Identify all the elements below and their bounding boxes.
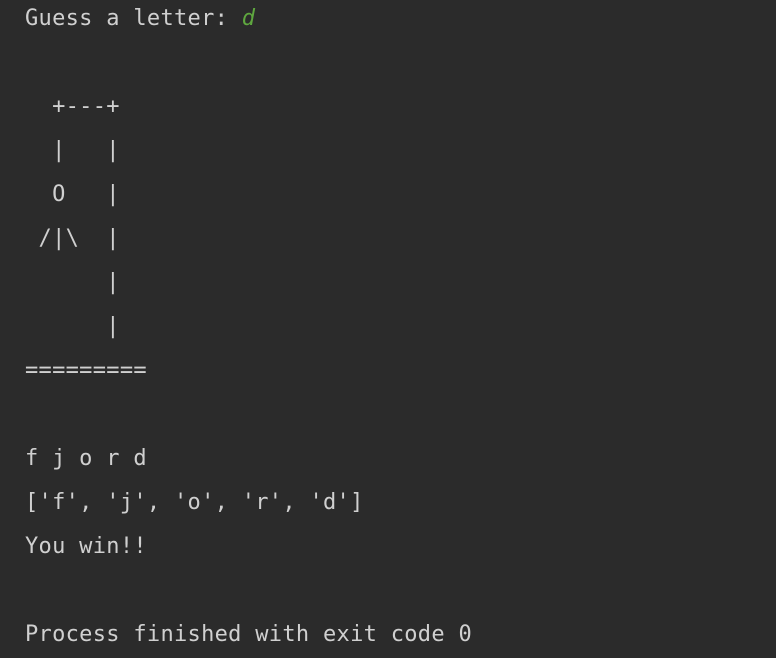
user-input: d: [241, 6, 256, 31]
run-console-output: Guess a letter: d +---+ | | O | /|\ | | …: [0, 0, 776, 658]
process-exit-message: Process finished with exit code 0: [25, 622, 472, 647]
hangman-art-line: O |: [25, 182, 120, 207]
hangman-art-line: =========: [25, 358, 147, 383]
hangman-art-line: |: [25, 270, 120, 295]
guess-prompt-line: Guess a letter: d: [25, 4, 255, 34]
word-display: f j o r d: [25, 446, 147, 471]
game-result: You win!!: [25, 534, 147, 559]
guess-prompt: Guess a letter:: [25, 6, 242, 31]
hangman-art-line: +---+: [25, 94, 120, 119]
hangman-art-line: |: [25, 314, 120, 339]
hangman-art-line: /|\ |: [25, 226, 120, 251]
hangman-art-line: | |: [25, 138, 120, 163]
guessed-letters-list: ['f', 'j', 'o', 'r', 'd']: [25, 490, 364, 515]
